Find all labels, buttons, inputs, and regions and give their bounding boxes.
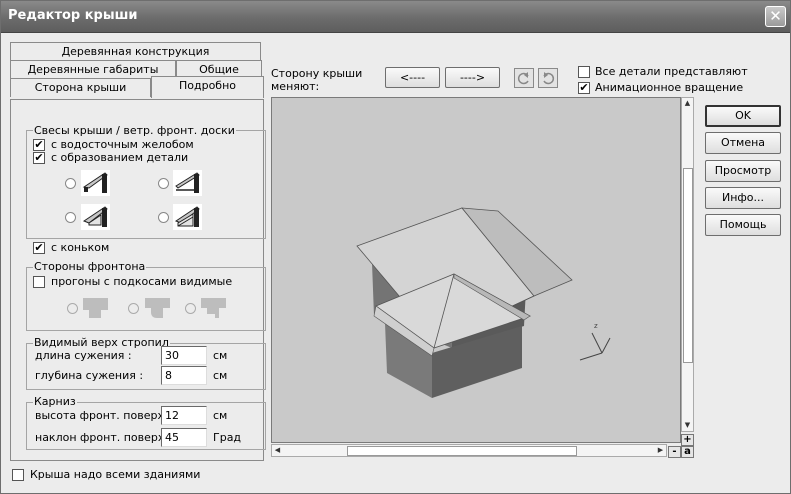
taper-length-label: длина сужения : — [35, 349, 132, 362]
front-height-label: высота фронт. поверхн.: — [35, 409, 179, 422]
eaves-style-3-icon — [81, 204, 110, 230]
eaves-style-radio-4[interactable] — [158, 212, 169, 223]
ridge-checkbox[interactable]: ✔ — [33, 242, 45, 254]
tab-label: Деревянные габариты — [27, 63, 159, 76]
zoom-auto-button[interactable]: a — [681, 446, 694, 458]
zoom-in-button[interactable]: + — [681, 434, 694, 446]
roof-side-label: Сторону крыши — [271, 67, 363, 80]
title-bar[interactable]: Редактор крыши ✕ — [1, 1, 790, 33]
rotate-left-icon — [517, 72, 529, 85]
front-height-unit: см — [213, 409, 228, 422]
roof-editor-window: Редактор крыши ✕ Деревянная конструкция … — [0, 0, 791, 494]
gable-style-radio-2[interactable] — [128, 303, 139, 314]
eaves-style-1-icon — [81, 170, 110, 196]
eaves-style-2-icon — [173, 170, 202, 196]
rotate-left-button[interactable] — [514, 68, 534, 88]
cancel-button[interactable]: Отмена — [705, 132, 781, 154]
purlins-checkbox[interactable] — [33, 276, 45, 288]
animated-rotation-label: Анимационное вращение — [595, 81, 744, 94]
scroll-up-icon[interactable]: ▲ — [682, 98, 693, 109]
tab-label: Сторона крыши — [34, 81, 127, 94]
svg-text:z: z — [594, 322, 598, 330]
viewport-horizontal-scrollbar[interactable]: ◀ ▶ — [271, 444, 667, 457]
gable-style-radio-3[interactable] — [185, 303, 196, 314]
gable-style-1-icon — [81, 295, 110, 321]
help-button[interactable]: Помощь — [705, 214, 781, 236]
detail-checkbox[interactable]: ✔ — [33, 152, 45, 164]
front-height-input[interactable]: 12 — [161, 406, 207, 425]
tab-wood-construction[interactable]: Деревянная конструкция — [10, 42, 261, 61]
purlins-label: прогоны с подкосами видимые — [51, 275, 233, 288]
scroll-left-icon[interactable]: ◀ — [272, 445, 283, 456]
roof-side-label-2: меняют: — [271, 80, 320, 93]
preview-button[interactable]: Просмотр — [705, 160, 781, 182]
front-slope-label: наклон фронт. поверхн.: — [35, 431, 179, 444]
gable-style-2-icon — [143, 295, 172, 321]
tab-details[interactable]: Подробно — [151, 76, 264, 98]
horizontal-scroll-thumb[interactable] — [347, 446, 577, 456]
gable-style-radio-1[interactable] — [67, 303, 78, 314]
taper-depth-label: глубина сужения : — [35, 369, 144, 382]
roof-over-all-label: Крыша надо всеми зданиями — [30, 468, 201, 481]
prev-side-button[interactable]: <---- — [385, 67, 440, 88]
eaves-group-title: Свесы крыши / ветр. фронт. доски — [33, 124, 236, 137]
next-side-button[interactable]: ----> — [445, 67, 500, 88]
ok-button[interactable]: OK — [705, 105, 781, 127]
viewport-vertical-scrollbar[interactable]: ▲ ▼ — [681, 97, 694, 432]
roof-over-all-checkbox[interactable] — [12, 469, 24, 481]
animated-rotation-checkbox[interactable]: ✔ — [578, 82, 590, 94]
zoom-out-button[interactable]: - — [668, 446, 681, 458]
tab-label: Подробно — [178, 79, 237, 92]
cornice-group-title: Карниз — [33, 395, 77, 408]
front-slope-unit: Град — [213, 431, 242, 444]
rotate-right-button[interactable] — [538, 68, 558, 88]
all-details-checkbox[interactable] — [578, 66, 590, 78]
gutter-label: с водосточным желобом — [51, 138, 194, 151]
window-title: Редактор крыши — [8, 8, 138, 23]
rafters-group-title: Видимый верх стропил — [33, 336, 170, 349]
scroll-right-icon[interactable]: ▶ — [655, 445, 666, 456]
gable-group-title: Стороны фронтона — [33, 260, 147, 273]
eaves-style-radio-3[interactable] — [65, 212, 76, 223]
eaves-style-4-icon — [173, 204, 202, 230]
info-button[interactable]: Инфо... — [705, 187, 781, 209]
detail-label: с образованием детали — [51, 151, 189, 164]
roof-3d-viewport[interactable]: z — [271, 97, 681, 443]
eaves-style-radio-1[interactable] — [65, 178, 76, 189]
scroll-down-icon[interactable]: ▼ — [682, 420, 693, 431]
close-button[interactable]: ✕ — [765, 6, 786, 27]
taper-depth-unit: см — [213, 369, 228, 382]
tab-label: Деревянная конструкция — [61, 45, 210, 58]
gutter-checkbox[interactable]: ✔ — [33, 139, 45, 151]
tab-roof-side[interactable]: Сторона крыши — [10, 78, 151, 97]
ridge-label: с коньком — [51, 241, 110, 254]
gable-style-3-icon — [199, 295, 228, 321]
rotate-right-icon — [543, 72, 555, 85]
close-icon: ✕ — [769, 7, 782, 25]
vertical-scroll-thumb[interactable] — [683, 168, 693, 363]
taper-depth-input[interactable]: 8 — [161, 366, 207, 385]
front-slope-input[interactable]: 45 — [161, 428, 207, 447]
taper-length-input[interactable]: 30 — [161, 346, 207, 365]
tab-label: Общие — [199, 63, 239, 76]
eaves-style-radio-2[interactable] — [158, 178, 169, 189]
roof-3d-model: z — [356, 207, 611, 398]
taper-length-unit: см — [213, 349, 228, 362]
all-details-label: Все детали представляют — [595, 65, 748, 78]
